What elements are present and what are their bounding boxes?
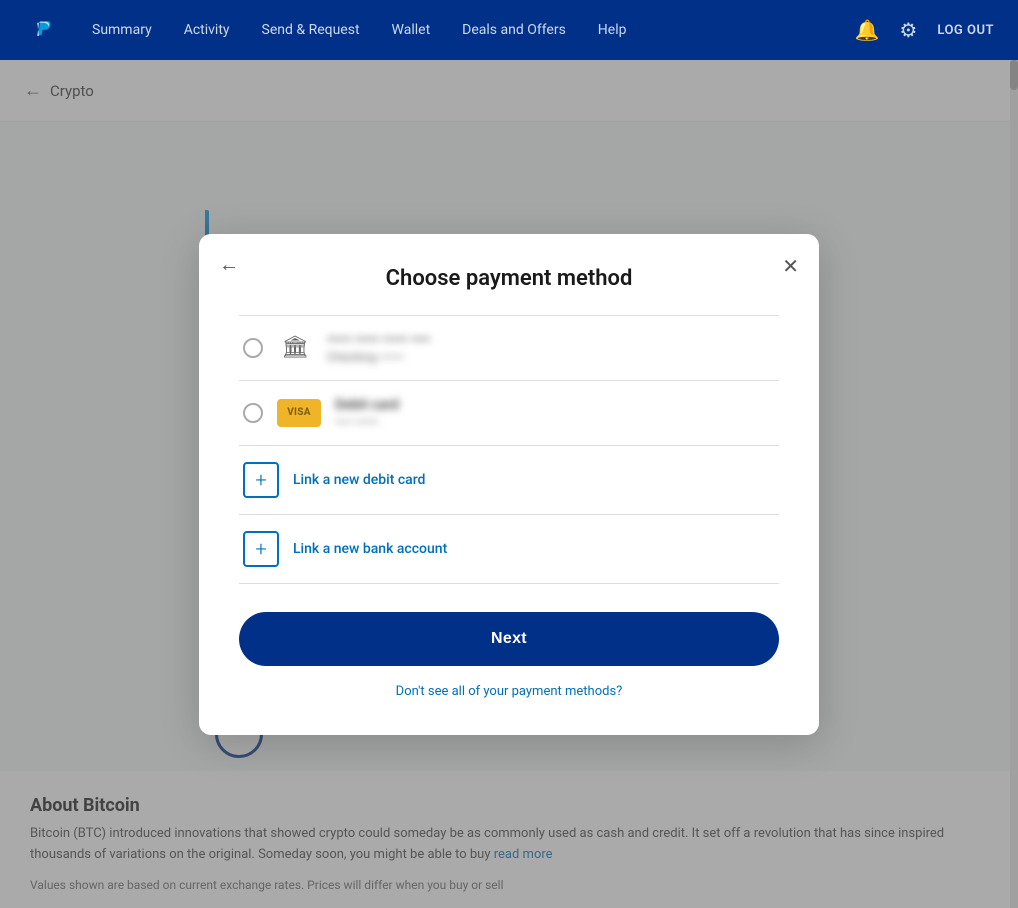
- nav-help[interactable]: Help: [598, 22, 627, 38]
- card-badge: VISA: [277, 399, 321, 427]
- card-info: Debit card •••• ••••••: [335, 397, 399, 429]
- add-bank-icon: +: [243, 531, 279, 567]
- add-debit-icon: +: [243, 462, 279, 498]
- dont-see-link[interactable]: Don't see all of your payment methods?: [239, 684, 779, 699]
- nav-summary[interactable]: Summary: [92, 22, 152, 38]
- bank-account-info: ••••• ••••• ••••• •••• Checking ••••••: [327, 332, 430, 364]
- nav-activity[interactable]: Activity: [184, 22, 230, 38]
- modal-close-button[interactable]: ✕: [782, 254, 799, 279]
- bank-account-option[interactable]: 🏛 ••••• ••••• ••••• •••• Checking ••••••: [239, 316, 779, 381]
- logout-button[interactable]: LOG OUT: [937, 23, 994, 38]
- card-name: Debit card: [335, 397, 399, 413]
- add-debit-label: Link a new debit card: [293, 472, 425, 488]
- nav-deals[interactable]: Deals and Offers: [462, 22, 566, 38]
- bank-detail: Checking ••••••: [327, 350, 430, 364]
- payment-method-modal: ← ✕ Choose payment method 🏛 ••••• ••••• …: [199, 234, 819, 735]
- bank-name: ••••• ••••• ••••• ••••: [327, 332, 430, 348]
- add-debit-card-row[interactable]: + Link a new debit card: [239, 446, 779, 515]
- settings-icon[interactable]: ⚙: [899, 18, 917, 42]
- page-background: ← Crypto About Bitcoin Bitcoin (BTC) int…: [0, 60, 1018, 908]
- add-bank-account-row[interactable]: + Link a new bank account: [239, 515, 779, 584]
- bank-radio[interactable]: [243, 338, 263, 358]
- paypal-logo: [24, 12, 60, 48]
- modal-back-button[interactable]: ←: [219, 254, 239, 277]
- nav-wallet[interactable]: Wallet: [392, 22, 431, 38]
- card-option[interactable]: VISA Debit card •••• ••••••: [239, 381, 779, 446]
- card-detail: •••• ••••••: [335, 415, 399, 429]
- navbar-links: Summary Activity Send & Request Wallet D…: [92, 22, 854, 38]
- add-bank-label: Link a new bank account: [293, 541, 447, 557]
- notification-icon[interactable]: 🔔: [854, 18, 879, 42]
- navbar-actions: 🔔 ⚙ LOG OUT: [854, 18, 994, 42]
- bank-icon: 🏛: [277, 335, 313, 360]
- next-button[interactable]: Next: [239, 612, 779, 666]
- nav-send-request[interactable]: Send & Request: [262, 22, 360, 38]
- navbar: Summary Activity Send & Request Wallet D…: [0, 0, 1018, 60]
- modal-title: Choose payment method: [239, 266, 779, 291]
- card-radio[interactable]: [243, 403, 263, 423]
- modal-overlay: ← ✕ Choose payment method 🏛 ••••• ••••• …: [0, 60, 1018, 908]
